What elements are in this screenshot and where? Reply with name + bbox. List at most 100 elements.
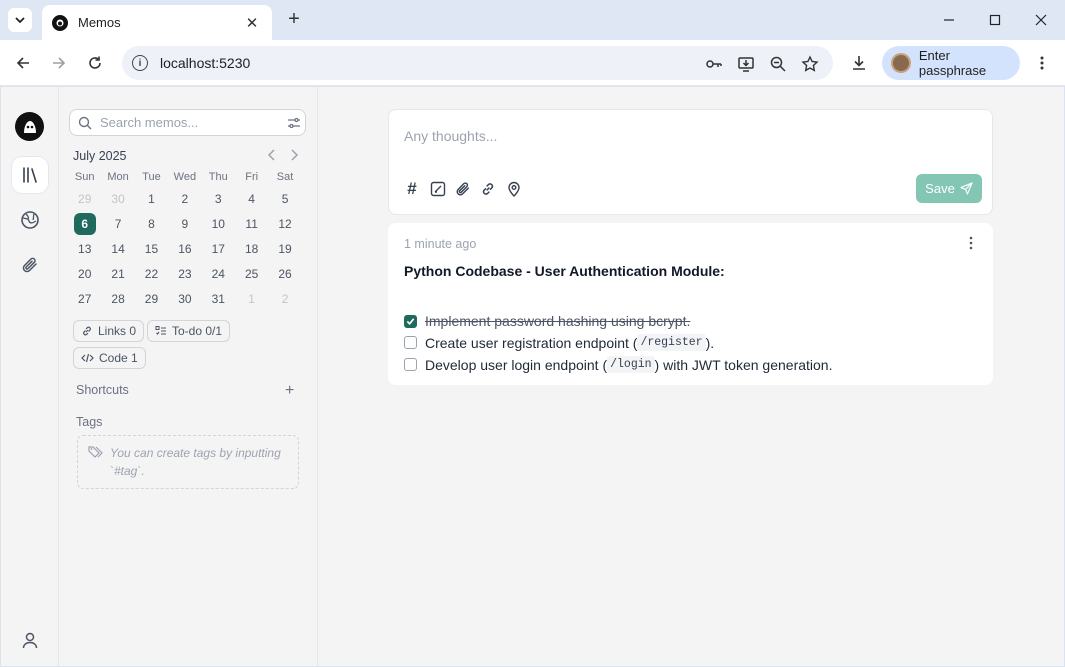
search-input[interactable]: Search memos... — [100, 115, 283, 130]
calendar-day[interactable]: 15 — [135, 236, 168, 261]
close-tab-icon[interactable]: ✕ — [242, 14, 262, 32]
calendar-day[interactable]: 11 — [235, 211, 268, 236]
profile-button[interactable]: Enter passphrase — [882, 46, 1020, 80]
calendar-grid: Sun Mon Tue Wed Thu Fri Sat 29 30 1 2 3 … — [68, 169, 302, 311]
new-tab-button[interactable]: + — [283, 8, 305, 30]
memo-more-icon[interactable] — [963, 235, 979, 251]
memos-logo-icon[interactable] — [15, 112, 44, 141]
browser-tab-memos[interactable]: Memos ✕ — [42, 5, 272, 40]
task-inline-code: /login — [607, 356, 655, 373]
checklist-icon — [155, 325, 167, 337]
calendar-day[interactable]: 20 — [68, 261, 101, 286]
install-app-icon[interactable] — [736, 54, 756, 74]
minimize-icon — [944, 19, 954, 21]
memo-timestamp[interactable]: 1 minute ago — [404, 237, 476, 251]
code-stat-label: Code 1 — [99, 351, 138, 365]
calendar-day[interactable]: 26 — [268, 261, 301, 286]
close-window-button[interactable] — [1027, 8, 1055, 32]
search-icon — [78, 116, 92, 129]
calendar-day[interactable]: 22 — [135, 261, 168, 286]
reload-button[interactable] — [83, 51, 107, 75]
links-stat-badge[interactable]: Links 0 — [73, 320, 145, 342]
hashtag-icon[interactable]: # — [402, 179, 422, 199]
task-text-suffix: ) with JWT token generation. — [654, 356, 833, 373]
calendar-day[interactable]: 1 — [135, 186, 168, 211]
address-bar[interactable]: i localhost:5230 — [122, 46, 833, 80]
task-checkbox-checked[interactable] — [404, 314, 417, 328]
calendar-weekday: Wed — [173, 171, 197, 183]
nav-memos[interactable] — [12, 157, 48, 193]
calendar-day[interactable]: 8 — [135, 211, 168, 236]
attachment-paperclip-icon[interactable] — [453, 179, 473, 199]
add-shortcut-button[interactable]: + — [285, 382, 294, 400]
profile-label: Enter passphrase — [918, 48, 987, 78]
password-key-icon[interactable] — [704, 54, 724, 74]
calendar-day[interactable]: 10 — [202, 211, 235, 236]
tab-search-button[interactable] — [8, 8, 32, 32]
calendar-prev-button[interactable] — [265, 148, 279, 162]
task-item: Develop user login endpoint ( /login ) w… — [404, 356, 832, 373]
calendar-day[interactable]: 24 — [202, 261, 235, 286]
tags-hint-text: You can create tags by inputting `#tag`. — [110, 446, 281, 478]
todo-checkbox-icon[interactable] — [428, 179, 448, 199]
forward-button[interactable] — [47, 51, 71, 75]
calendar-day[interactable]: 4 — [235, 186, 268, 211]
code-stat-badge[interactable]: Code 1 — [73, 347, 146, 369]
nav-explore[interactable] — [12, 202, 48, 238]
explore-globe-icon — [21, 211, 39, 229]
task-text-suffix: ). — [705, 334, 715, 351]
zoom-icon[interactable] — [768, 54, 788, 74]
code-icon — [81, 352, 94, 364]
minimize-window-button[interactable] — [935, 8, 963, 32]
calendar-day[interactable]: 14 — [101, 236, 134, 261]
calendar-day[interactable]: 5 — [268, 186, 301, 211]
calendar-day[interactable]: 18 — [235, 236, 268, 261]
calendar-weekday: Thu — [208, 171, 228, 183]
calendar-day[interactable]: 19 — [268, 236, 301, 261]
downloads-button[interactable] — [847, 51, 871, 75]
url-text: localhost:5230 — [160, 55, 251, 71]
link-memo-icon[interactable] — [478, 179, 498, 199]
calendar-day[interactable]: 12 — [268, 211, 301, 236]
calendar-day[interactable]: 3 — [202, 186, 235, 211]
calendar-day[interactable]: 27 — [68, 286, 101, 311]
memo-input[interactable]: Any thoughts... — [404, 128, 497, 144]
calendar-weekday: Fri — [245, 171, 259, 183]
calendar-day[interactable]: 25 — [235, 261, 268, 286]
bookmark-star-icon[interactable] — [800, 54, 820, 74]
maximize-window-button[interactable] — [981, 8, 1009, 32]
calendar-weekday: Sat — [276, 171, 294, 183]
calendar-day[interactable]: 17 — [202, 236, 235, 261]
browser-menu-button[interactable] — [1030, 51, 1054, 75]
calendar-day[interactable]: 31 — [202, 286, 235, 311]
todo-stat-badge[interactable]: To-do 0/1 — [147, 320, 231, 342]
calendar-day[interactable]: 21 — [101, 261, 134, 286]
calendar-weekday: Tue — [142, 171, 161, 183]
calendar-day[interactable]: 9 — [168, 211, 201, 236]
nav-user[interactable] — [12, 622, 48, 658]
back-button[interactable] — [11, 51, 35, 75]
save-button[interactable]: Save — [916, 174, 982, 203]
calendar-day[interactable]: 29 — [135, 286, 168, 311]
sidebar: Search memos... July 2025 Sun Mon Tue We… — [59, 87, 318, 666]
calendar-day[interactable]: 28 — [101, 286, 134, 311]
search-box[interactable]: Search memos... — [69, 109, 306, 136]
site-info-icon[interactable]: i — [132, 55, 148, 71]
calendar-day[interactable]: 2 — [168, 186, 201, 211]
calendar-day-today[interactable]: 6 — [68, 211, 101, 236]
calendar-day[interactable]: 13 — [68, 236, 101, 261]
task-checkbox[interactable] — [404, 358, 417, 371]
calendar-day[interactable]: 16 — [168, 236, 201, 261]
tags-empty-hint: You can create tags by inputting `#tag`. — [77, 435, 299, 489]
tab-title: Memos — [78, 15, 121, 30]
calendar-day: 1 — [248, 291, 255, 306]
calendar-day[interactable]: 7 — [101, 211, 134, 236]
nav-attachments[interactable] — [12, 247, 48, 283]
task-checkbox[interactable] — [404, 336, 417, 349]
calendar-next-button[interactable] — [287, 148, 301, 162]
calendar-weekday: Mon — [107, 171, 129, 183]
calendar-day[interactable]: 23 — [168, 261, 201, 286]
location-pin-icon[interactable] — [504, 179, 524, 199]
filter-settings-icon[interactable] — [283, 116, 305, 130]
calendar-day[interactable]: 30 — [168, 286, 201, 311]
